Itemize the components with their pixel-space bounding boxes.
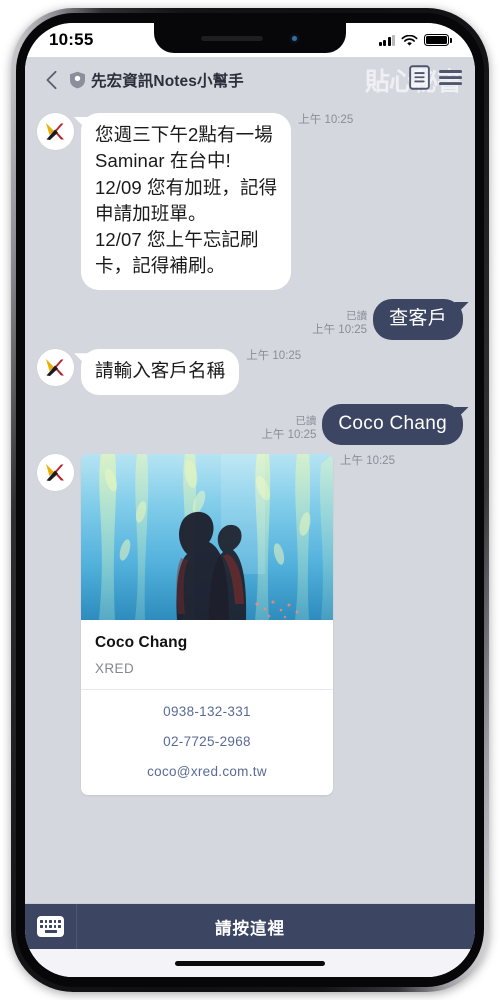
message-timestamp: 上午 10:25 (312, 323, 368, 336)
aquarium-silhouette-photo (81, 454, 333, 621)
message-line: 12/09 您有加班，記得 (95, 176, 278, 198)
message-line: 您週三下午2點有一場 (95, 124, 273, 145)
front-camera-icon (288, 32, 300, 44)
message-row-user-query: 已讀 上午 10:25 查客戶 (37, 298, 463, 341)
hamburger-menu-icon[interactable] (438, 67, 463, 93)
signal-bars-icon (378, 34, 395, 46)
phone-bezel: 10:55 先宏資訊Notes小幫手 您週三下午2點有一場 Saminar 在台… (16, 13, 484, 987)
home-indicator[interactable] (175, 960, 325, 966)
keyboard-toggle-button[interactable] (25, 904, 77, 949)
bottom-action-label[interactable]: 請按這裡 (77, 915, 475, 939)
message-timestamp: 上午 10:25 (261, 428, 317, 441)
message-line: Saminar 在台中! (95, 150, 231, 172)
message-bubble: Coco Chang (322, 403, 463, 446)
message-meta: 已讀 上午 10:25 (261, 415, 316, 446)
message-line: 12/07 您上午忘記刷 (95, 229, 259, 251)
message-meta: 上午 10:25 (298, 113, 353, 130)
battery-full-icon (424, 34, 452, 46)
message-meta: 已讀 上午 10:25 (312, 310, 367, 341)
message-bubble: 查客戶 (373, 298, 463, 341)
status-time: 10:55 (49, 30, 94, 49)
phone-frame: 10:55 先宏資訊Notes小幫手 您週三下午2點有一場 Saminar 在台… (11, 8, 489, 992)
read-receipt: 已讀 (295, 414, 317, 427)
earpiece-speaker (200, 35, 263, 41)
contact-company: XRED (95, 661, 135, 677)
shield-check-icon (69, 71, 86, 89)
back-button[interactable] (39, 65, 63, 95)
message-timestamp: 上午 10:25 (340, 455, 395, 468)
page-title: 先宏資訊Notes小幫手 (91, 73, 244, 90)
message-bubble: 請輸入客戶名稱 (81, 349, 240, 395)
mobile-phone-link[interactable]: 0938-132-331 (91, 704, 323, 719)
message-bubble: 您週三下午2點有一場 Saminar 在台中! 12/09 您有加班，記得 申請… (81, 113, 292, 290)
contact-name: Coco Chang (95, 634, 188, 652)
email-link[interactable]: coco@xred.com.tw (91, 764, 323, 779)
header-actions: 貼心秘書 (365, 65, 463, 96)
keyboard-icon (37, 916, 64, 937)
message-row-user-name: 已讀 上午 10:25 Coco Chang (37, 403, 463, 446)
message-line: 卡，記得補刷。 (95, 255, 226, 277)
xred-logo-avatar (37, 454, 74, 492)
chat-message-list[interactable]: 您週三下午2點有一場 Saminar 在台中! 12/09 您有加班，記得 申請… (25, 103, 475, 903)
message-timestamp: 上午 10:25 (298, 114, 354, 126)
xred-logo-avatar (37, 349, 74, 387)
bottom-action-bar: 請按這裡 (25, 903, 475, 949)
card-info: Coco Chang XRED (81, 620, 333, 689)
message-meta: 上午 10:25 (246, 349, 301, 366)
home-indicator-area (25, 949, 475, 977)
message-row-contact-card: Coco Chang XRED 0938-132-331 02-7725-296… (37, 454, 463, 796)
xred-logo-avatar (37, 113, 74, 150)
document-notes-icon[interactable] (409, 65, 430, 95)
phone-screen: 10:55 先宏資訊Notes小幫手 您週三下午2點有一場 Saminar 在台… (25, 23, 475, 977)
read-receipt: 已讀 (346, 309, 368, 322)
notch (154, 23, 346, 53)
wifi-icon (401, 34, 418, 46)
contact-links: 0938-132-331 02-7725-2968 coco@xred.com.… (81, 689, 333, 795)
status-icons (378, 34, 452, 46)
message-row-bot-prompt: 請輸入客戶名稱 上午 10:25 (37, 349, 463, 395)
message-timestamp: 上午 10:25 (246, 350, 302, 363)
contact-card[interactable]: Coco Chang XRED 0938-132-331 02-7725-296… (81, 454, 333, 796)
chat-header: 先宏資訊Notes小幫手 貼心秘書 (25, 57, 475, 103)
telephone-link[interactable]: 02-7725-2968 (91, 734, 323, 749)
message-row-bot-reminder: 您週三下午2點有一場 Saminar 在台中! 12/09 您有加班，記得 申請… (37, 113, 463, 290)
message-line: 申請加班單。 (95, 202, 207, 224)
message-meta: 上午 10:25 (340, 454, 395, 471)
